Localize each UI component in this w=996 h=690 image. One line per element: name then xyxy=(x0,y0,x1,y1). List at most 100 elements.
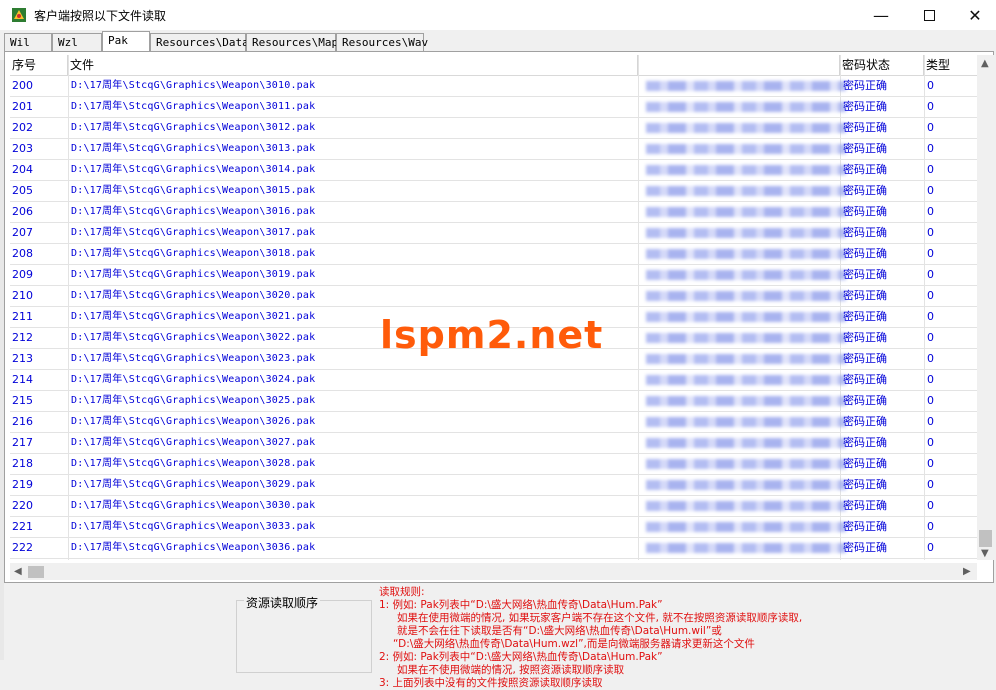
redacted-cell xyxy=(646,144,846,154)
cell-file: D:\17周年\StcqG\Graphics\Weapon\3011.pak xyxy=(71,101,316,112)
table-row[interactable]: 216 D:\17周年\StcqG\Graphics\Weapon\3026.pa… xyxy=(10,412,977,433)
redacted-cell xyxy=(646,354,846,364)
cell-type: 0 xyxy=(927,247,934,260)
cell-password-status: 密码正确 xyxy=(843,415,887,428)
table-row[interactable]: 219 D:\17周年\StcqG\Graphics\Weapon\3029.pa… xyxy=(10,475,977,496)
redacted-cell xyxy=(646,186,846,196)
cell-file: D:\17周年\StcqG\Graphics\Weapon\3014.pak xyxy=(71,164,316,175)
table-row[interactable]: 209 D:\17周年\StcqG\Graphics\Weapon\3019.pa… xyxy=(10,265,977,286)
scroll-down-icon[interactable]: ▼ xyxy=(981,548,989,559)
horizontal-scroll-thumb[interactable] xyxy=(28,566,44,578)
redacted-cell xyxy=(646,480,846,490)
tab-pak[interactable]: Pak xyxy=(102,31,150,51)
table-row[interactable]: 220 D:\17周年\StcqG\Graphics\Weapon\3030.pa… xyxy=(10,496,977,517)
redacted-cell xyxy=(646,249,846,259)
cell-index: 208 xyxy=(12,247,33,260)
table-row[interactable]: 203 D:\17周年\StcqG\Graphics\Weapon\3013.pa… xyxy=(10,139,977,160)
redacted-cell xyxy=(646,438,846,448)
tab-wil[interactable]: Wil xyxy=(4,33,52,51)
cell-index: 219 xyxy=(12,478,33,491)
cell-index: 215 xyxy=(12,394,33,407)
rule-line: 如果在不使用微端的情况, 按照资源读取顺序读取 xyxy=(397,664,625,676)
redacted-cell xyxy=(646,165,846,175)
redacted-cell xyxy=(646,333,846,343)
cell-type: 0 xyxy=(927,415,934,428)
table-row[interactable]: 206 D:\17周年\StcqG\Graphics\Weapon\3016.pa… xyxy=(10,202,977,223)
cell-type: 0 xyxy=(927,79,934,92)
table-row[interactable]: 204 D:\17周年\StcqG\Graphics\Weapon\3014.pa… xyxy=(10,160,977,181)
table-row[interactable]: 208 D:\17周年\StcqG\Graphics\Weapon\3018.pa… xyxy=(10,244,977,265)
scroll-up-icon[interactable]: ▲ xyxy=(981,58,989,69)
col-header-file[interactable]: 文件 xyxy=(68,55,638,75)
cell-type: 0 xyxy=(927,520,934,533)
cell-index: 220 xyxy=(12,499,33,512)
cell-index: 207 xyxy=(12,226,33,239)
tab-resources-wav[interactable]: Resources\Wav xyxy=(336,33,428,51)
table-row[interactable]: 207 D:\17周年\StcqG\Graphics\Weapon\3017.pa… xyxy=(10,223,977,244)
table-row[interactable]: 218 D:\17周年\StcqG\Graphics\Weapon\3028.pa… xyxy=(10,454,977,475)
scroll-right-icon[interactable]: ▶ xyxy=(963,566,971,577)
cell-file: D:\17周年\StcqG\Graphics\Weapon\3036.pak xyxy=(71,542,316,553)
table-row[interactable]: 215 D:\17周年\StcqG\Graphics\Weapon\3025.pa… xyxy=(10,391,977,412)
minimize-button[interactable]: — xyxy=(858,0,904,30)
cell-password-status: 密码正确 xyxy=(843,457,887,470)
cell-type: 0 xyxy=(927,310,934,323)
table-row[interactable]: 214 D:\17周年\StcqG\Graphics\Weapon\3024.pa… xyxy=(10,370,977,391)
horizontal-scrollbar[interactable] xyxy=(10,563,977,580)
scroll-left-icon[interactable]: ◀ xyxy=(14,566,22,577)
tab-resources-data[interactable]: Resources\Data xyxy=(150,33,249,51)
cell-index: 222 xyxy=(12,541,33,554)
table-row[interactable]: 205 D:\17周年\StcqG\Graphics\Weapon\3015.pa… xyxy=(10,181,977,202)
cell-file: D:\17周年\StcqG\Graphics\Weapon\3024.pak xyxy=(71,374,316,385)
close-icon: ✕ xyxy=(968,5,982,25)
cell-password-status: 密码正确 xyxy=(843,289,887,302)
cell-index: 221 xyxy=(12,520,33,533)
col-header-blurred[interactable] xyxy=(638,55,840,75)
cell-file: D:\17周年\StcqG\Graphics\Weapon\3019.pak xyxy=(71,269,316,280)
cell-type: 0 xyxy=(927,394,934,407)
cell-password-status: 密码正确 xyxy=(843,142,887,155)
cell-password-status: 密码正确 xyxy=(843,541,887,554)
redacted-cell xyxy=(646,291,846,301)
col-header-password-status[interactable]: 密码状态 xyxy=(840,55,924,75)
table-row[interactable]: 210 D:\17周年\StcqG\Graphics\Weapon\3020.pa… xyxy=(10,286,977,307)
col-header-type[interactable]: 类型 xyxy=(924,55,977,75)
redacted-cell xyxy=(646,312,846,322)
file-table[interactable]: 序号 文件 密码状态 类型 200 D:\17周年\StcqG\Graphics\… xyxy=(10,55,977,560)
table-row[interactable]: 202 D:\17周年\StcqG\Graphics\Weapon\3012.pa… xyxy=(10,118,977,139)
table-row[interactable]: 200 D:\17周年\StcqG\Graphics\Weapon\3010.pa… xyxy=(10,76,977,97)
cell-type: 0 xyxy=(927,268,934,281)
cell-index: 204 xyxy=(12,163,33,176)
table-row[interactable]: 221 D:\17周年\StcqG\Graphics\Weapon\3033.pa… xyxy=(10,517,977,538)
cell-type: 0 xyxy=(927,163,934,176)
table-row[interactable]: 222 D:\17周年\StcqG\Graphics\Weapon\3036.pa… xyxy=(10,538,977,559)
cell-index: 214 xyxy=(12,373,33,386)
cell-index: 202 xyxy=(12,121,33,134)
tab-wzl[interactable]: Wzl xyxy=(52,33,102,51)
cell-file: D:\17周年\StcqG\Graphics\Weapon\3012.pak xyxy=(71,122,316,133)
table-row[interactable]: 201 D:\17周年\StcqG\Graphics\Weapon\3011.pa… xyxy=(10,97,977,118)
vertical-scroll-thumb[interactable] xyxy=(979,530,992,547)
maximize-button[interactable] xyxy=(906,0,952,30)
cell-password-status: 密码正确 xyxy=(843,184,887,197)
cell-file: D:\17周年\StcqG\Graphics\Weapon\3030.pak xyxy=(71,500,316,511)
cell-index: 218 xyxy=(12,457,33,470)
cell-file: D:\17周年\StcqG\Graphics\Weapon\3029.pak xyxy=(71,479,316,490)
cell-type: 0 xyxy=(927,541,934,554)
redacted-cell xyxy=(646,228,846,238)
cell-index: 205 xyxy=(12,184,33,197)
cell-type: 0 xyxy=(927,100,934,113)
table-row[interactable]: 217 D:\17周年\StcqG\Graphics\Weapon\3027.pa… xyxy=(10,433,977,454)
window-title: 客户端按照以下文件读取 xyxy=(34,9,167,23)
cell-password-status: 密码正确 xyxy=(843,163,887,176)
cell-file: D:\17周年\StcqG\Graphics\Weapon\3017.pak xyxy=(71,227,316,238)
resource-order-label: 资源读取顺序 xyxy=(244,594,321,611)
col-header-index[interactable]: 序号 xyxy=(10,55,68,75)
tab-resources-map[interactable]: Resources\Map xyxy=(246,33,338,51)
close-button[interactable]: ✕ xyxy=(952,0,996,30)
cell-file: D:\17周年\StcqG\Graphics\Weapon\3013.pak xyxy=(71,143,316,154)
cell-password-status: 密码正确 xyxy=(843,373,887,386)
vertical-scrollbar[interactable] xyxy=(977,55,994,560)
cell-file: D:\17周年\StcqG\Graphics\Weapon\3028.pak xyxy=(71,458,316,469)
redacted-cell xyxy=(646,102,846,112)
